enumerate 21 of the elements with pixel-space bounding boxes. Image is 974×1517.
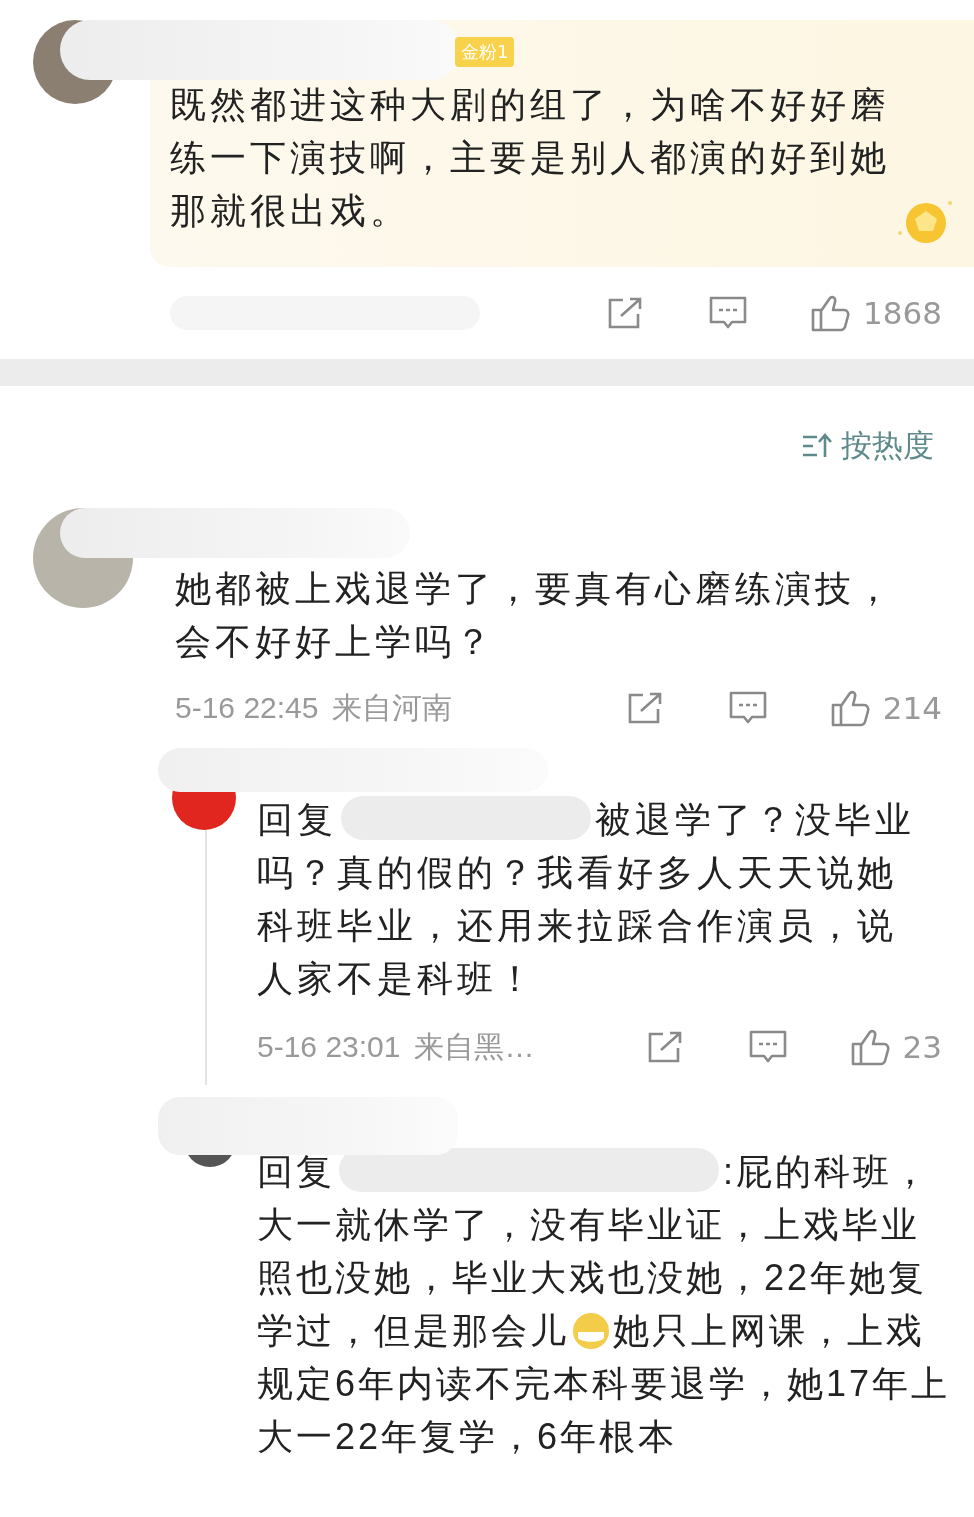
location-text: 来自黑… bbox=[414, 1028, 535, 1065]
like-count: 214 bbox=[882, 690, 942, 726]
thumbs-up-icon[interactable] bbox=[830, 689, 871, 727]
timestamp: 5-16 22:45 bbox=[175, 691, 319, 725]
like-count: 1868 bbox=[863, 295, 942, 331]
comment-text: 回复 被退学了？没毕业吗？真的假的？我看好多人天天说她科班毕业，还用来拉踩合作演员，说人家不是科班！ bbox=[257, 793, 917, 1005]
location-text: 来自河南 bbox=[332, 689, 453, 726]
sort-icon bbox=[801, 432, 833, 460]
comment-text: 既然都进这种大剧的组了，为啥不好好磨练一下演技啊，主要是别人都演的好到她那就很出戏。 bbox=[170, 83, 891, 233]
comment-text: 回复 :屁的科班，大一就休学了，没有毕业证，上戏毕业照也没她，毕业大戏也没她，22年她复学过，但是那会儿 她只上网课，上戏规定6年内读不完本科要退学，她17年上大一22年复学，6年根本 bbox=[257, 1145, 957, 1463]
comment-icon[interactable] bbox=[728, 691, 767, 725]
fan-badge: 金粉1 bbox=[455, 37, 515, 67]
comment-text: 她都被上戏退学了，要真有心磨练演技，会不好好上学吗？ bbox=[175, 567, 896, 664]
sort-button[interactable]: 按热度 bbox=[801, 426, 934, 466]
thumbs-up-icon[interactable] bbox=[811, 294, 852, 332]
timestamp: 5-16 23:01 bbox=[257, 1030, 401, 1064]
comment-icon[interactable] bbox=[748, 1030, 787, 1064]
like-count: 23 bbox=[902, 1029, 942, 1065]
comment-icon[interactable] bbox=[709, 296, 748, 330]
thumbs-up-icon[interactable] bbox=[850, 1028, 891, 1066]
mask-emoji-icon bbox=[571, 1311, 611, 1351]
